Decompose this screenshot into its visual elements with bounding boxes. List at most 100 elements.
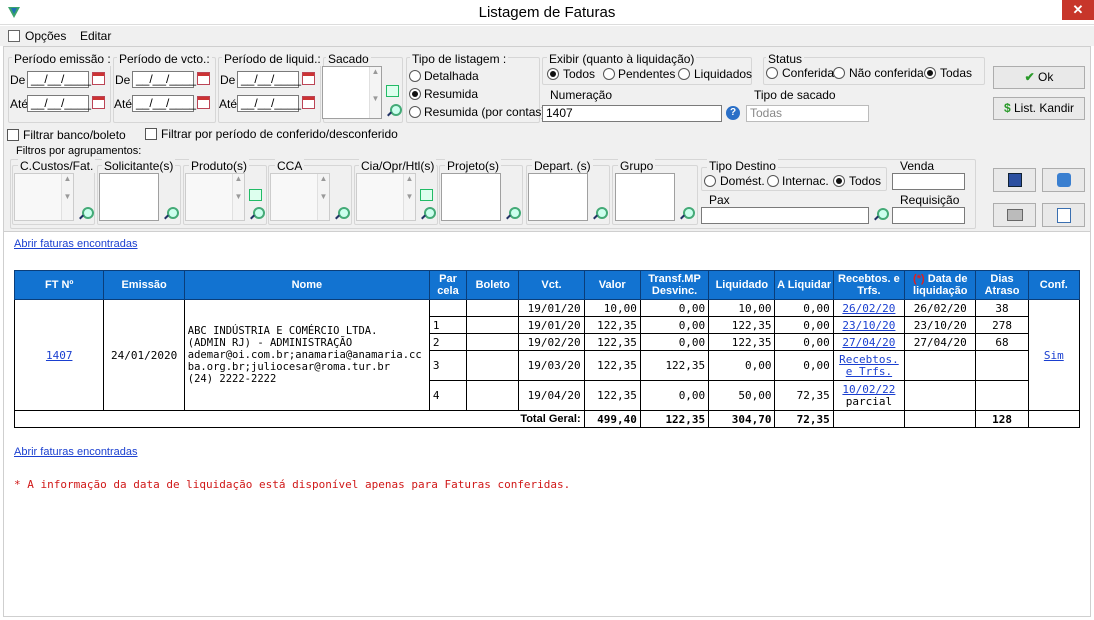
calendar-icon[interactable]: [302, 72, 315, 85]
pax-input[interactable]: [701, 207, 869, 224]
recebtos-link[interactable]: 23/10/20: [842, 319, 895, 332]
venda-input[interactable]: [892, 173, 965, 190]
sacado-list[interactable]: ▲ ▼: [322, 66, 382, 119]
produto-list[interactable]: ▲ ▼: [185, 173, 245, 221]
filtrar-periodo-checkbox[interactable]: [145, 128, 157, 140]
radio-liquidados[interactable]: [678, 68, 690, 80]
radio-domest[interactable]: [704, 175, 716, 187]
vcto-de-field[interactable]: __/__/____: [132, 71, 196, 88]
calendar-icon[interactable]: [302, 96, 315, 109]
ft-link[interactable]: 1407: [46, 349, 73, 362]
radio-resumida-contas[interactable]: [409, 106, 421, 118]
help-icon[interactable]: ?: [726, 106, 740, 120]
scrollbar[interactable]: ▲ ▼: [61, 174, 73, 220]
recebtos-link-line2[interactable]: e Trfs.: [846, 365, 892, 378]
depart-list[interactable]: [528, 173, 588, 221]
window-title: Listagem de Faturas: [478, 4, 616, 21]
add-sacado-icon[interactable]: [386, 85, 399, 97]
radio-resumida[interactable]: [409, 88, 421, 100]
ok-button[interactable]: ✔ Ok: [993, 66, 1085, 89]
preview-button[interactable]: [1042, 203, 1085, 227]
data-liq-cell: 26/02/20: [904, 299, 977, 317]
col-dias-atraso[interactable]: Dias Atraso: [975, 270, 1029, 300]
scrollbar[interactable]: ▲ ▼: [369, 67, 381, 118]
vcto-ate-field[interactable]: __/__/____: [132, 95, 196, 112]
add-cia-icon[interactable]: [420, 189, 433, 201]
print-button[interactable]: [993, 203, 1036, 227]
liquidado-cell: 0,00: [708, 350, 776, 381]
col-valor[interactable]: Valor: [583, 270, 641, 300]
recebtos-link[interactable]: 26/02/20: [842, 302, 895, 315]
calendar-icon[interactable]: [92, 96, 105, 109]
col-vct[interactable]: Vct.: [518, 270, 585, 300]
cca-list[interactable]: ▲ ▼: [270, 173, 330, 221]
search-icon[interactable]: [386, 104, 402, 118]
search-icon[interactable]: [420, 207, 436, 221]
col-ft[interactable]: FT Nº: [13, 270, 105, 300]
col-transf[interactable]: Transf.MP Desvinc.: [639, 270, 710, 300]
total-empty: [904, 410, 977, 428]
refresh-button[interactable]: [1042, 168, 1085, 192]
tipo-sacado-input[interactable]: Todas: [746, 105, 869, 122]
search-icon[interactable]: [679, 207, 695, 221]
search-icon[interactable]: [505, 207, 521, 221]
radio-conferida[interactable]: [766, 67, 778, 79]
col-parcela[interactable]: Par cela: [428, 270, 468, 300]
search-icon[interactable]: [163, 207, 179, 221]
col-emissao[interactable]: Emissão: [103, 270, 185, 300]
close-icon[interactable]: ✕: [1062, 0, 1094, 20]
calendar-icon[interactable]: [197, 96, 210, 109]
scrollbar[interactable]: ▲ ▼: [317, 174, 329, 220]
scrollbar[interactable]: ▲ ▼: [232, 174, 244, 220]
ccustos-list[interactable]: ▲ ▼: [14, 173, 74, 221]
radio-todos[interactable]: [547, 68, 559, 80]
menu-opcoes[interactable]: Opções: [25, 29, 66, 43]
vct-cell: 19/03/20: [518, 350, 585, 381]
cia-list[interactable]: ▲ ▼: [356, 173, 416, 221]
search-icon[interactable]: [873, 208, 889, 222]
liquid-ate-field[interactable]: __/__/____: [237, 95, 301, 112]
solicitante-list[interactable]: [99, 173, 159, 221]
emissao-ate-field[interactable]: __/__/____: [27, 95, 91, 112]
col-aliquidar[interactable]: A Liquidar: [774, 270, 834, 300]
col-conf[interactable]: Conf.: [1027, 270, 1081, 300]
menu-editar[interactable]: Editar: [80, 29, 111, 43]
grupo-list[interactable]: [615, 173, 675, 221]
scrollbar[interactable]: ▲ ▼: [403, 174, 415, 220]
abrir-faturas-link[interactable]: Abrir faturas encontradas: [14, 238, 138, 250]
recebtos-link[interactable]: 27/04/20: [842, 336, 895, 349]
todas-label: Todas: [940, 66, 973, 80]
emissao-de-field[interactable]: __/__/____: [27, 71, 91, 88]
search-icon[interactable]: [592, 207, 608, 221]
radio-detalhada[interactable]: [409, 70, 421, 82]
table-row: 1407 24/01/2020 ABC INDÚSTRIA E COMÉRCIO…: [13, 299, 1081, 411]
filtrar-banco-checkbox[interactable]: [7, 129, 19, 141]
add-produto-icon[interactable]: [249, 189, 262, 201]
dias-cell: [975, 350, 1029, 381]
calendar-icon[interactable]: [197, 72, 210, 85]
col-data-liquidacao[interactable]: (*) Data de liquidação: [904, 270, 977, 300]
calendar-icon[interactable]: [92, 72, 105, 85]
radio-pendentes[interactable]: [603, 68, 615, 80]
search-icon[interactable]: [78, 207, 94, 221]
abrir-faturas-link-bottom[interactable]: Abrir faturas encontradas: [14, 446, 138, 458]
transf-cell: 0,00: [639, 333, 710, 351]
conf-link[interactable]: Sim: [1044, 349, 1064, 362]
projeto-list[interactable]: [441, 173, 501, 221]
radio-nao-conferida[interactable]: [833, 67, 845, 79]
col-nome[interactable]: Nome: [183, 270, 430, 300]
radio-todos-destino[interactable]: [833, 175, 845, 187]
save-button[interactable]: [993, 168, 1036, 192]
radio-todas[interactable]: [924, 67, 936, 79]
col-boleto[interactable]: Boleto: [466, 270, 520, 300]
requisicao-input[interactable]: [892, 207, 965, 224]
col-liquidado[interactable]: Liquidado: [708, 270, 776, 300]
search-icon[interactable]: [334, 207, 350, 221]
col-recebtos[interactable]: Recebtos. e Trfs.: [832, 270, 906, 300]
radio-internac[interactable]: [767, 175, 779, 187]
search-icon[interactable]: [249, 207, 265, 221]
list-kandir-button[interactable]: $ List. Kandir: [993, 97, 1085, 120]
data-liq-cell: 23/10/20: [904, 316, 977, 334]
liquid-de-field[interactable]: __/__/____: [237, 71, 301, 88]
numeracao-input[interactable]: 1407: [542, 105, 722, 122]
